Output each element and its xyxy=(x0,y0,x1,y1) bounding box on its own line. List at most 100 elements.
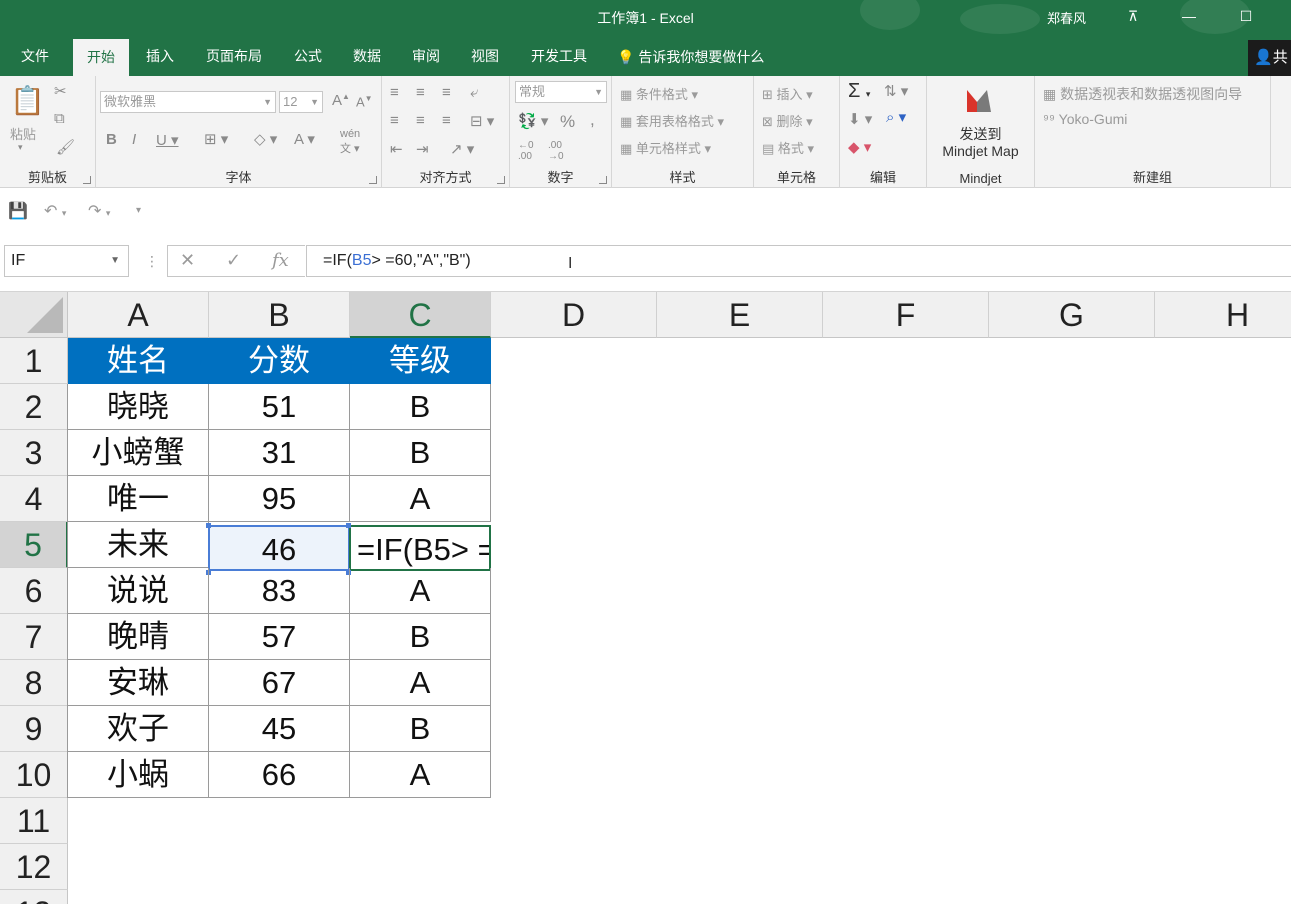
paste-dropdown-icon[interactable]: ▾ xyxy=(18,142,23,153)
ref-handle[interactable] xyxy=(206,523,211,528)
clipboard-launcher-icon[interactable] xyxy=(83,176,91,184)
border-icon[interactable]: ⊞ ▾ xyxy=(204,130,228,148)
font-size-combo[interactable]: 12 ▼ xyxy=(279,91,323,113)
table-cell[interactable]: 晚晴 xyxy=(68,614,209,660)
table-cell[interactable]: 说说 xyxy=(68,568,209,614)
column-header-f[interactable]: F xyxy=(823,292,989,338)
column-header-a[interactable]: A xyxy=(68,292,209,338)
row-header-5[interactable]: 5 xyxy=(0,522,68,568)
share-button[interactable]: 👤共 xyxy=(1248,40,1291,76)
save-icon[interactable]: 💾 xyxy=(8,201,28,221)
table-cell[interactable]: 小蜗 xyxy=(68,752,209,798)
align-center-icon[interactable]: ≡ xyxy=(416,112,425,129)
autosum-icon[interactable]: Σ ▾ xyxy=(848,80,870,103)
table-cell[interactable]: A xyxy=(350,476,491,522)
align-top-icon[interactable]: ≡ xyxy=(390,84,399,101)
redo-icon[interactable]: ↷ ▾ xyxy=(88,201,110,221)
cancel-icon[interactable]: ✕ xyxy=(180,250,195,271)
referenced-cell-b5[interactable]: 46 xyxy=(208,525,350,571)
enter-icon[interactable]: ✓ xyxy=(226,250,241,271)
wrap-text-icon[interactable]: ⤶ xyxy=(470,84,478,101)
table-cell[interactable]: A xyxy=(350,660,491,706)
font-launcher-icon[interactable] xyxy=(369,176,377,184)
clear-icon[interactable]: ◆ ▾ xyxy=(848,138,871,156)
tab-insert[interactable]: 插入 xyxy=(136,36,184,76)
italic-icon[interactable]: I xyxy=(132,131,136,148)
column-header-c[interactable]: C xyxy=(350,292,491,338)
tell-me-box[interactable]: 💡 告诉我你想要做什么 xyxy=(617,36,764,76)
comma-style-icon[interactable]: , xyxy=(590,110,595,130)
row-header-3[interactable]: 3 xyxy=(0,430,68,476)
decrease-decimal-icon[interactable]: .00 →0 xyxy=(548,140,564,162)
increase-decimal-icon[interactable]: ←0.00 xyxy=(518,140,534,162)
maximize-icon[interactable]: ☐ xyxy=(1235,6,1257,26)
merge-center-icon[interactable]: ⊟ ▾ xyxy=(470,112,494,130)
accounting-format-icon[interactable]: 💱 ▾ xyxy=(518,112,548,130)
chevron-down-icon[interactable]: ▼ xyxy=(110,246,120,276)
table-cell[interactable]: 欢子 xyxy=(68,706,209,752)
row-header-9[interactable]: 9 xyxy=(0,706,68,752)
undo-icon[interactable]: ↶ ▾ xyxy=(44,201,66,221)
table-cell[interactable]: 66 xyxy=(209,752,350,798)
table-header-cell[interactable]: 分数 xyxy=(209,338,350,384)
table-cell[interactable]: 83 xyxy=(209,568,350,614)
column-header-d[interactable]: D xyxy=(491,292,657,338)
cut-icon[interactable]: ✂ xyxy=(54,82,67,100)
editing-cell-c5[interactable]: =IF(B5> = xyxy=(349,525,491,571)
format-as-table-button[interactable]: ▦ 套用表格格式 ▾ xyxy=(620,111,724,130)
table-cell[interactable]: 晓晓 xyxy=(68,384,209,430)
table-cell[interactable]: 51 xyxy=(209,384,350,430)
underline-icon[interactable]: U ▾ xyxy=(156,131,179,149)
table-cell[interactable]: 小螃蟹 xyxy=(68,430,209,476)
increase-indent-icon[interactable]: ⇥ xyxy=(416,140,429,158)
align-left-icon[interactable]: ≡ xyxy=(390,112,399,129)
font-color-icon[interactable]: A ▾ xyxy=(294,130,315,148)
tab-file[interactable]: 文件 xyxy=(8,36,62,76)
table-cell[interactable]: 31 xyxy=(209,430,350,476)
tab-review[interactable]: 审阅 xyxy=(402,36,450,76)
tab-page-layout[interactable]: 页面布局 xyxy=(196,36,272,76)
phonetic-icon[interactable]: wén 文 ▾ xyxy=(340,128,360,156)
table-cell[interactable]: A xyxy=(350,568,491,614)
row-header-10[interactable]: 10 xyxy=(0,752,68,798)
delete-cells-button[interactable]: ⊠ 删除 ▾ xyxy=(762,111,813,130)
worksheet-grid[interactable]: A B C D E F G H 1 2 3 4 5 6 7 8 9 10 11 … xyxy=(0,291,1291,904)
pivot-wizard-button[interactable]: ▦ 数据透视表和数据透视图向导 xyxy=(1043,84,1242,104)
fill-icon[interactable]: ⬇ ▾ xyxy=(848,110,872,128)
increase-font-icon[interactable]: A▲ xyxy=(332,92,350,109)
bold-icon[interactable]: B xyxy=(106,131,117,148)
row-header-8[interactable]: 8 xyxy=(0,660,68,706)
row-header-11[interactable]: 11 xyxy=(0,798,68,844)
paste-button[interactable]: 粘贴 xyxy=(10,124,36,143)
find-select-icon[interactable]: ⌕ ▾ xyxy=(886,108,906,126)
ribbon-display-icon[interactable]: ⊼ xyxy=(1122,6,1144,26)
align-middle-icon[interactable]: ≡ xyxy=(416,84,425,101)
decrease-indent-icon[interactable]: ⇤ xyxy=(390,140,403,158)
cell-styles-button[interactable]: ▦ 单元格样式 ▾ xyxy=(620,138,711,157)
yoko-gumi-button[interactable]: ⁹⁹ Yoko-Gumi xyxy=(1043,111,1127,127)
tab-formulas[interactable]: 公式 xyxy=(284,36,332,76)
customize-qat-icon[interactable]: ▾ xyxy=(136,205,141,216)
paste-icon[interactable]: 📋 xyxy=(10,84,45,117)
table-header-cell[interactable]: 姓名 xyxy=(68,338,209,384)
format-cells-button[interactable]: ▤ 格式 ▾ xyxy=(762,138,814,157)
ref-handle[interactable] xyxy=(346,523,351,528)
row-header-12[interactable]: 12 xyxy=(0,844,68,890)
tab-home[interactable]: 开始 xyxy=(73,39,129,76)
copy-icon[interactable]: ⧉ xyxy=(54,110,65,127)
insert-function-icon[interactable]: fx xyxy=(272,250,289,271)
table-cell[interactable]: 67 xyxy=(209,660,350,706)
align-right-icon[interactable]: ≡ xyxy=(442,112,451,129)
tab-data[interactable]: 数据 xyxy=(343,36,391,76)
column-header-b[interactable]: B xyxy=(209,292,350,338)
number-launcher-icon[interactable] xyxy=(599,176,607,184)
send-to-mindjet-line2[interactable]: Mindjet Map xyxy=(927,143,1034,159)
column-header-h[interactable]: H xyxy=(1155,292,1291,338)
align-bottom-icon[interactable]: ≡ xyxy=(442,84,451,101)
table-cell[interactable]: B xyxy=(350,384,491,430)
send-to-mindjet-line1[interactable]: 发送到 xyxy=(927,124,1034,144)
minimize-icon[interactable]: — xyxy=(1178,6,1200,26)
orientation-icon[interactable]: ↗ ▾ xyxy=(450,140,474,158)
format-painter-icon[interactable]: 🖌 xyxy=(56,138,75,156)
tab-developer[interactable]: 开发工具 xyxy=(521,36,597,76)
